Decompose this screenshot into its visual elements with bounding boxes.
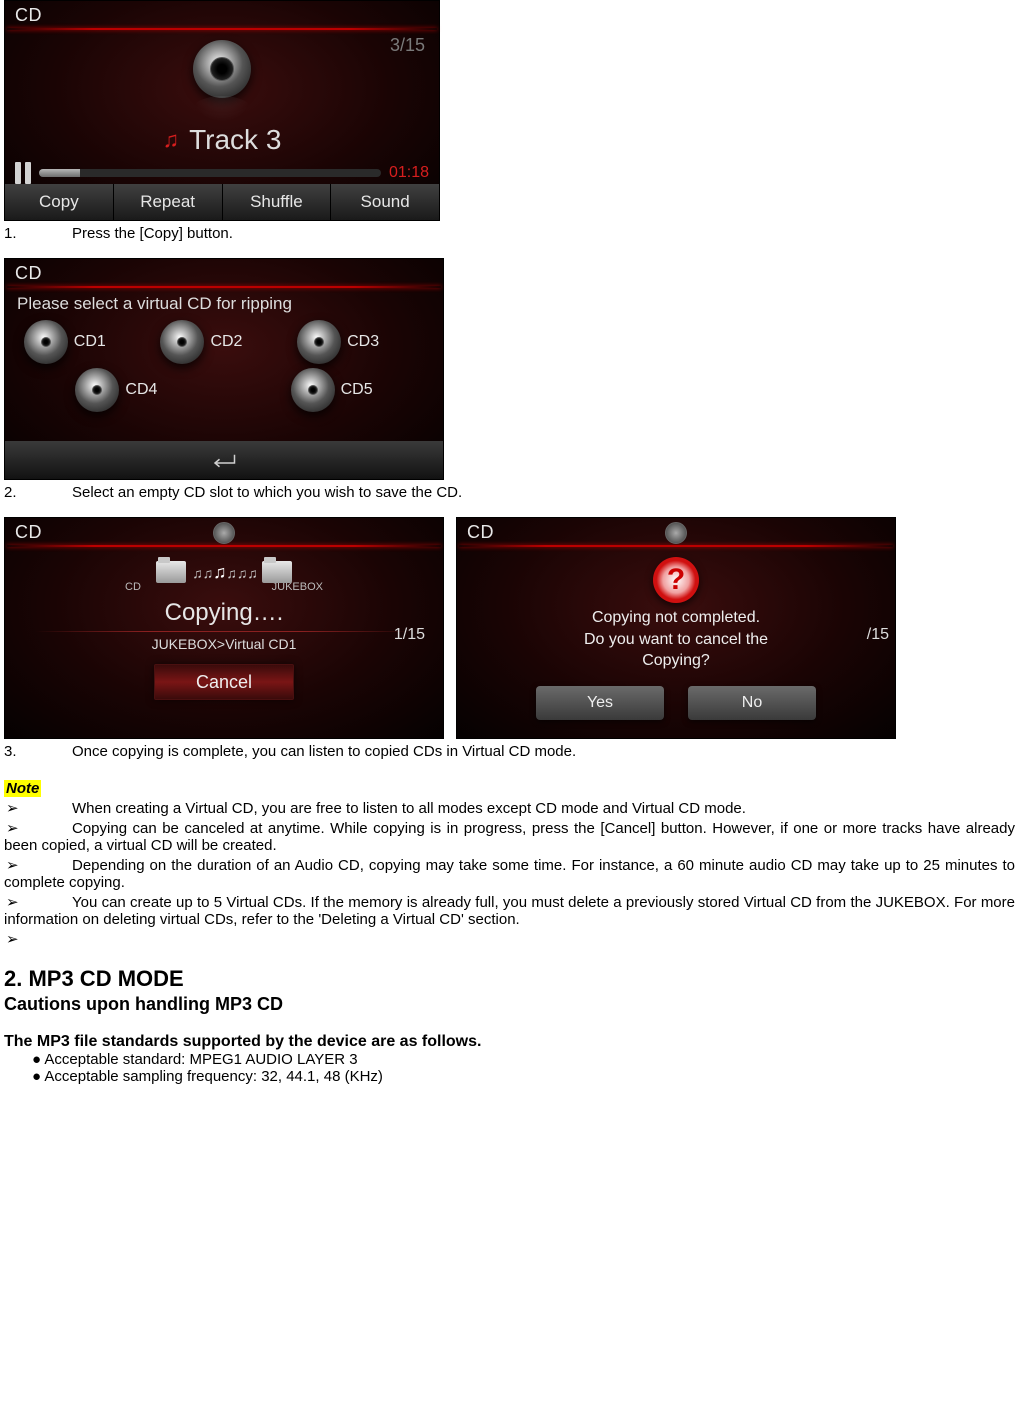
cd-slot-5[interactable]: CD5 xyxy=(244,368,419,412)
track-name: Track 3 xyxy=(189,124,281,156)
step-2-caption: 2.Select an empty CD slot to which you w… xyxy=(4,484,1015,501)
divider xyxy=(7,28,437,30)
mp3-standard-item: ● Acceptable standard: MPEG1 AUDIO LAYER… xyxy=(4,1051,1015,1068)
note-item: ➢Copying can be canceled at anytime. Whi… xyxy=(4,819,1015,854)
disc-header-icon xyxy=(665,522,687,544)
confirm-message: Copying not completed. Do you want to ca… xyxy=(457,607,895,672)
shuffle-button[interactable]: Shuffle xyxy=(223,184,332,220)
disc-header-icon xyxy=(213,522,235,544)
cd-slot-4[interactable]: CD4 xyxy=(29,368,204,412)
note-text: Copying can be canceled at anytime. Whil… xyxy=(4,820,1015,854)
back-arrow-icon xyxy=(209,451,239,469)
cd-disc-icon xyxy=(297,320,341,364)
yes-button[interactable]: Yes xyxy=(536,686,664,720)
note-item: ➢Depending on the duration of an Audio C… xyxy=(4,856,1015,891)
disc-reflection xyxy=(193,96,251,122)
pause-icon[interactable] xyxy=(15,162,31,184)
cd-player-screenshot: CD 3/15 ♫ Track 3 01:18 Copy Repeat Shuf… xyxy=(4,0,440,221)
step-3-caption: 3.Once copying is complete, you can list… xyxy=(4,743,1015,760)
no-button[interactable]: No xyxy=(688,686,816,720)
cd-disc-icon xyxy=(193,40,251,98)
cd-slot-1[interactable]: CD1 xyxy=(24,320,151,364)
note-heading: Note xyxy=(4,780,41,797)
notes-animation-icon: ♫ ♫ ♫ ♫ ♫ ♫ xyxy=(192,562,255,583)
source-label: CD xyxy=(125,581,141,593)
select-prompt: Please select a virtual CD for ripping xyxy=(5,288,443,316)
track-counter: 3/15 xyxy=(390,35,425,56)
note-item: ➢ xyxy=(4,930,1015,948)
cd-disc-icon xyxy=(75,368,119,412)
alert-icon: ? xyxy=(653,557,699,603)
sound-button[interactable]: Sound xyxy=(331,184,439,220)
progress-count-partial: /15 xyxy=(867,626,889,644)
note-text: You can create up to 5 Virtual CDs. If t… xyxy=(4,894,1015,928)
music-note-icon: ♫ xyxy=(163,127,180,153)
virtual-cd-select-screenshot: CD Please select a virtual CD for rippin… xyxy=(4,258,444,480)
copying-status: Copying…. xyxy=(5,599,443,627)
step-1-caption: 1.Press the [Copy] button. xyxy=(4,225,1015,242)
mp3-mode-heading: 2. MP3 CD MODE xyxy=(4,966,1015,992)
cancel-confirm-screenshot: CD ? Copying not completed. Do you want … xyxy=(456,517,896,739)
copy-progress-count: 1/15 xyxy=(394,626,425,644)
cd-disc-icon xyxy=(160,320,204,364)
divider xyxy=(35,631,413,632)
copying-progress-screenshot: CD ♫ ♫ ♫ ♫ ♫ ♫ CD JUKEBOX Copying…. 1/15… xyxy=(4,517,444,739)
cd-slot-row-1: CD1 CD2 CD3 xyxy=(5,316,443,364)
mp3-standards-line: The MP3 file standards supported by the … xyxy=(4,1033,1015,1051)
elapsed-time: 01:18 xyxy=(389,164,429,182)
mp3-cautions-subheading: Cautions upon handling MP3 CD xyxy=(4,994,1015,1015)
repeat-button[interactable]: Repeat xyxy=(114,184,223,220)
note-text: When creating a Virtual CD, you are free… xyxy=(72,800,746,817)
arrow-bullet-icon: ➢ xyxy=(4,893,72,911)
arrow-bullet-icon: ➢ xyxy=(4,799,72,817)
divider xyxy=(459,545,893,547)
cd-slot-row-2: CD4 CD5 xyxy=(5,368,443,412)
progress-bar[interactable] xyxy=(39,169,381,177)
screen-title: CD xyxy=(5,259,443,286)
back-button[interactable] xyxy=(5,441,443,479)
arrow-bullet-icon: ➢ xyxy=(4,930,72,948)
cd-disc-icon xyxy=(24,320,68,364)
transfer-animation: ♫ ♫ ♫ ♫ ♫ ♫ xyxy=(5,561,443,583)
cd-slot-2[interactable]: CD2 xyxy=(160,320,287,364)
folder-dest-icon xyxy=(262,561,292,583)
mp3-sampling-item: ● Acceptable sampling frequency: 32, 44.… xyxy=(4,1068,1015,1085)
arrow-bullet-icon: ➢ xyxy=(4,819,72,837)
copy-button[interactable]: Copy xyxy=(5,184,114,220)
cd-disc-icon xyxy=(291,368,335,412)
cancel-button[interactable]: Cancel xyxy=(154,664,294,700)
note-text: Depending on the duration of an Audio CD… xyxy=(4,857,1015,891)
note-item: ➢You can create up to 5 Virtual CDs. If … xyxy=(4,893,1015,928)
cd-slot-3[interactable]: CD3 xyxy=(297,320,424,364)
screen-title: CD xyxy=(5,1,439,28)
destination-path: JUKEBOX>Virtual CD1 xyxy=(5,636,443,652)
note-item: ➢When creating a Virtual CD, you are fre… xyxy=(4,799,1015,817)
arrow-bullet-icon: ➢ xyxy=(4,856,72,874)
folder-source-icon xyxy=(156,561,186,583)
divider xyxy=(7,545,441,547)
bottom-toolbar: Copy Repeat Shuffle Sound xyxy=(5,184,439,220)
